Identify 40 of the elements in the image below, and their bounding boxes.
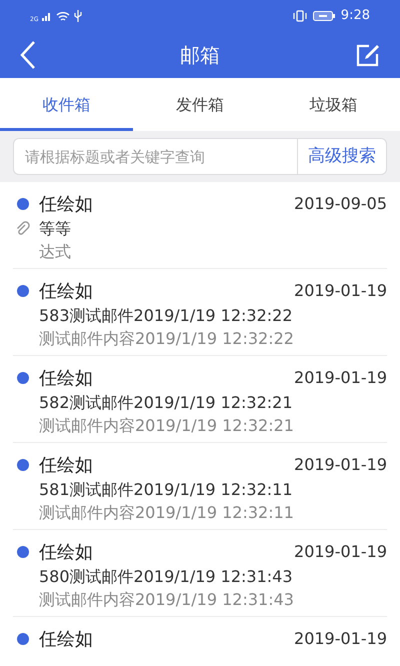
- wifi-icon: [56, 10, 70, 22]
- usb-icon: [74, 10, 82, 22]
- message-subject: 等等: [39, 218, 71, 240]
- message-preview: 测试邮件内容2019/1/19 12:32:22: [39, 328, 294, 350]
- sender-name: 任绘如: [39, 454, 93, 478]
- message-date: 2019-01-19: [294, 454, 387, 476]
- message-row[interactable]: 任绘如 2019-01-19 580测试邮件2019/1/19 12:31:43 测试邮件内容2019/1/19 12:31:43: [13, 530, 387, 617]
- message-preview: 测试邮件内容2019/1/19 12:32:21: [39, 414, 294, 436]
- message-row[interactable]: 任绘如 2019-01-19: [13, 617, 387, 665]
- message-subject: 582测试邮件2019/1/19 12:32:21: [39, 392, 293, 414]
- message-preview: 达式: [39, 240, 71, 262]
- screen-title: 邮箱: [180, 42, 220, 69]
- message-date: 2019-01-19: [294, 367, 387, 389]
- message-subject: 580测试邮件2019/1/19 12:31:43: [39, 566, 293, 588]
- message-row[interactable]: 任绘如 2019-09-05 等等 达式: [13, 182, 387, 269]
- message-date: 2019-01-19: [294, 628, 387, 650]
- message-date: 2019-09-05: [294, 193, 387, 215]
- signal-icon: [42, 11, 52, 21]
- message-subject: 581测试邮件2019/1/19 12:32:11: [39, 478, 293, 500]
- compose-icon[interactable]: [356, 43, 380, 67]
- clock-time: 9:28: [340, 7, 370, 26]
- message-subject: 583测试邮件2019/1/19 12:32:22: [39, 304, 293, 326]
- message-row[interactable]: 任绘如 2019-01-19 581测试邮件2019/1/19 12:32:11 测试邮件内容2019/1/19 12:32:11: [13, 443, 387, 530]
- sender-name: 任绘如: [39, 192, 93, 216]
- message-date: 2019-01-19: [294, 280, 387, 302]
- message-preview: 测试邮件内容2019/1/19 12:31:43: [39, 588, 294, 610]
- sender-name: 任绘如: [39, 366, 93, 390]
- vibrate-icon: [292, 10, 307, 22]
- tab[interactable]: 发件箱: [133, 78, 267, 131]
- advanced-search-button[interactable]: 高级搜索: [297, 138, 387, 175]
- tab[interactable]: 垃圾箱: [266, 78, 400, 131]
- message-row[interactable]: 任绘如 2019-01-19 583测试邮件2019/1/19 12:32:22 测试邮件内容2019/1/19 12:32:22: [13, 269, 387, 356]
- sender-name: 任绘如: [39, 628, 93, 652]
- message-preview: 测试邮件内容2019/1/19 12:32:11: [39, 502, 294, 524]
- battery-icon: [312, 11, 335, 21]
- search-field[interactable]: 请根据标题或者关键字查询: [13, 138, 297, 175]
- sender-name: 任绘如: [39, 280, 93, 304]
- message-date: 2019-01-19: [294, 541, 387, 563]
- sender-name: 任绘如: [39, 540, 93, 564]
- message-row[interactable]: 任绘如 2019-01-19 582测试邮件2019/1/19 12:32:21 测试邮件内容2019/1/19 12:32:21: [13, 356, 387, 443]
